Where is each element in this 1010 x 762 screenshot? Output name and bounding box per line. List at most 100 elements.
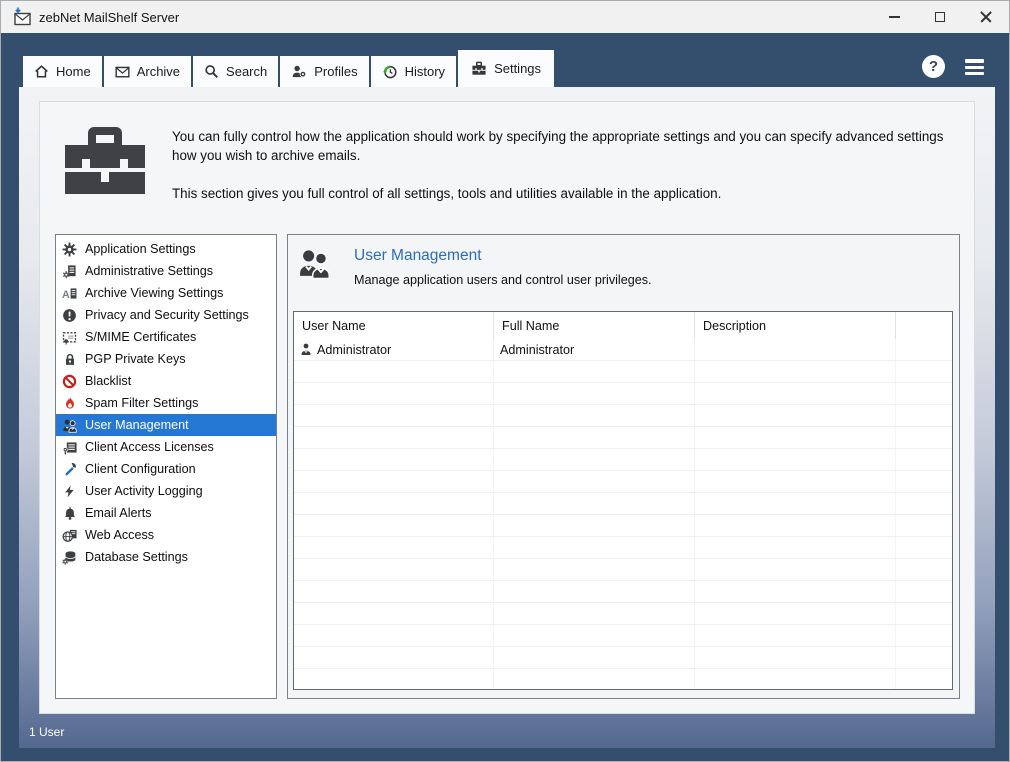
cell-full-name: Administrator bbox=[500, 342, 575, 357]
tab-home-label: Home bbox=[56, 64, 91, 79]
table-row-empty bbox=[294, 647, 952, 669]
column-header-extra bbox=[896, 312, 952, 339]
sidebar-item-client-access-licenses[interactable]: Client Access Licenses bbox=[56, 436, 276, 458]
settings-intro-line2: This section gives you full control of a… bbox=[172, 186, 722, 201]
table-row-administrator[interactable]: Administrator Administrator bbox=[294, 339, 952, 361]
sidebar-item-administrative-settings[interactable]: Administrative Settings bbox=[56, 260, 276, 282]
panel-title: User Management bbox=[354, 247, 482, 264]
license-key-icon bbox=[61, 439, 78, 455]
cell-user-name: Administrator bbox=[317, 342, 392, 357]
panel-subtitle: Manage application users and control use… bbox=[354, 273, 652, 287]
tab-history[interactable]: History bbox=[370, 56, 457, 87]
table-row-empty bbox=[294, 515, 952, 537]
tab-settings-label: Settings bbox=[494, 61, 542, 76]
sidebar-item-user-management[interactable]: User Management bbox=[56, 414, 276, 436]
column-header-user-name[interactable]: User Name bbox=[294, 312, 494, 339]
tab-search-label: Search bbox=[226, 64, 268, 79]
tab-home[interactable]: Home bbox=[23, 56, 102, 87]
table-row-empty bbox=[294, 383, 952, 405]
minimize-button[interactable] bbox=[871, 1, 917, 33]
sidebar-item-blacklist[interactable]: Blacklist bbox=[56, 370, 276, 392]
sidebar-item-pgp-private-keys[interactable]: PGP Private Keys bbox=[56, 348, 276, 370]
app-logo-envelope-icon bbox=[10, 6, 32, 28]
tab-archive-label: Archive bbox=[136, 64, 181, 79]
table-row-empty bbox=[294, 603, 952, 625]
settings-category-list: Application Settings Administrative Sett… bbox=[55, 234, 277, 699]
sidebar-item-label: Database Settings bbox=[85, 550, 188, 564]
tab-profiles[interactable]: Profiles bbox=[280, 56, 369, 87]
close-button[interactable] bbox=[963, 1, 1009, 33]
profile-gear-icon bbox=[292, 65, 307, 78]
main-area: Home Archive Search Profiles History Set… bbox=[2, 33, 1008, 760]
table-row-empty bbox=[294, 493, 952, 515]
sidebar-item-spam-filter-settings[interactable]: Spam Filter Settings bbox=[56, 392, 276, 414]
lightning-icon bbox=[61, 483, 78, 499]
column-header-full-name[interactable]: Full Name bbox=[494, 312, 695, 339]
client-area: You can fully control how the applicatio… bbox=[19, 87, 995, 748]
sidebar-item-privacy-security-settings[interactable]: Privacy and Security Settings bbox=[56, 304, 276, 326]
users-icon bbox=[61, 417, 78, 433]
users-large-icon bbox=[300, 250, 330, 280]
database-icon bbox=[61, 549, 78, 565]
table-row-empty bbox=[294, 471, 952, 493]
table-row-empty bbox=[294, 449, 952, 471]
hamburger-menu-button[interactable] bbox=[965, 59, 984, 78]
gear-icon bbox=[61, 241, 78, 257]
sidebar-item-label: Blacklist bbox=[85, 374, 132, 388]
sidebar-item-label: S/MIME Certificates bbox=[85, 330, 197, 344]
question-mark-icon: ? bbox=[928, 58, 939, 75]
settings-intro-line1: You can fully control how the applicatio… bbox=[172, 129, 944, 163]
wrench-icon bbox=[61, 461, 78, 477]
envelope-icon bbox=[115, 66, 130, 77]
status-bar-user-count: 1 User bbox=[29, 725, 65, 739]
table-row-empty bbox=[294, 559, 952, 581]
sidebar-item-client-configuration[interactable]: Client Configuration bbox=[56, 458, 276, 480]
table-row-empty bbox=[294, 405, 952, 427]
toolbox-icon bbox=[472, 61, 486, 75]
sidebar-item-user-activity-logging[interactable]: User Activity Logging bbox=[56, 480, 276, 502]
table-row-empty bbox=[294, 361, 952, 383]
tab-search[interactable]: Search bbox=[193, 56, 279, 87]
sidebar-item-web-access[interactable]: Web Access bbox=[56, 524, 276, 546]
table-row-empty bbox=[294, 581, 952, 603]
settings-page: You can fully control how the applicatio… bbox=[39, 101, 975, 714]
panel-header: User Management Manage application users… bbox=[288, 235, 959, 287]
sidebar-item-label: Client Access Licenses bbox=[85, 440, 214, 454]
sidebar-item-email-alerts[interactable]: Email Alerts bbox=[56, 502, 276, 524]
search-icon bbox=[205, 65, 219, 78]
user-person-icon bbox=[301, 343, 311, 355]
close-icon bbox=[980, 11, 992, 23]
help-button[interactable]: ? bbox=[922, 55, 945, 78]
sidebar-item-label: Email Alerts bbox=[85, 506, 152, 520]
admin-gear-doc-icon bbox=[61, 263, 78, 279]
maximize-icon bbox=[935, 12, 945, 22]
history-clock-icon bbox=[382, 65, 397, 78]
maximize-button[interactable] bbox=[917, 1, 963, 33]
sidebar-item-archive-viewing-settings[interactable]: A Archive Viewing Settings bbox=[56, 282, 276, 304]
tab-settings[interactable]: Settings bbox=[458, 50, 555, 87]
tab-strip: Home Archive Search Profiles History Set… bbox=[2, 33, 1008, 87]
tab-history-label: History bbox=[404, 64, 446, 79]
privacy-alert-icon bbox=[61, 307, 78, 323]
table-header-row: User Name Full Name Description bbox=[294, 312, 952, 339]
sidebar-item-label: Archive Viewing Settings bbox=[85, 286, 224, 300]
table-empty-rows bbox=[294, 361, 952, 689]
bell-icon bbox=[61, 505, 78, 521]
certificate-icon bbox=[61, 329, 78, 345]
table-row-empty bbox=[294, 427, 952, 449]
archive-view-icon: A bbox=[61, 285, 78, 301]
globe-icon bbox=[61, 527, 78, 543]
lock-icon bbox=[61, 351, 78, 367]
title-bar: zebNet MailShelf Server bbox=[1, 1, 1009, 33]
sidebar-item-label: User Activity Logging bbox=[85, 484, 203, 498]
sidebar-item-smime-certificates[interactable]: S/MIME Certificates bbox=[56, 326, 276, 348]
table-row-empty bbox=[294, 625, 952, 647]
tab-archive[interactable]: Archive bbox=[103, 56, 192, 87]
sidebar-item-database-settings[interactable]: Database Settings bbox=[56, 546, 276, 568]
column-header-description[interactable]: Description bbox=[695, 312, 896, 339]
sidebar-item-label: Administrative Settings bbox=[85, 264, 214, 278]
sidebar-item-label: PGP Private Keys bbox=[85, 352, 186, 366]
user-management-panel: User Management Manage application users… bbox=[287, 234, 960, 699]
sidebar-item-application-settings[interactable]: Application Settings bbox=[56, 238, 276, 260]
toolbox-large-icon bbox=[65, 127, 145, 194]
